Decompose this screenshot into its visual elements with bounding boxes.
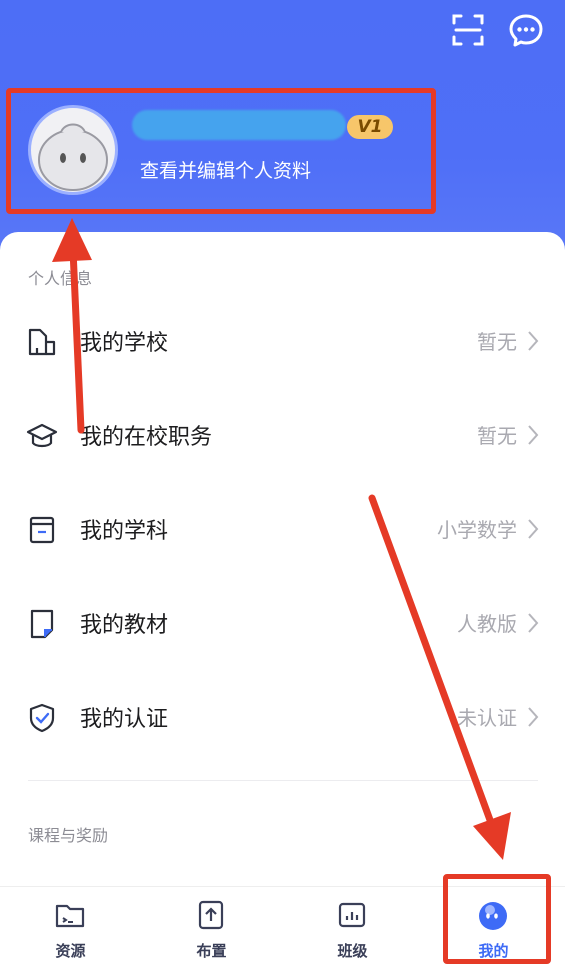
- row-my-position[interactable]: 我的在校职务 暂无: [0, 396, 565, 476]
- chart-icon: [338, 902, 366, 928]
- chevron-right-icon: [528, 613, 539, 633]
- row-label: 我的学科: [80, 519, 169, 544]
- divider: [28, 780, 538, 781]
- scan-icon[interactable]: [450, 12, 486, 48]
- tab-label: 布置: [196, 942, 227, 960]
- shield-check-icon: [29, 703, 55, 733]
- row-value: 暂无: [477, 424, 517, 448]
- tab-label: 班级: [337, 942, 368, 960]
- section-title-personal-info: 个人信息: [28, 269, 93, 288]
- graduation-cap-icon: [26, 423, 58, 448]
- folder-icon: [55, 904, 85, 928]
- row-my-certification[interactable]: 我的认证 未认证: [0, 678, 565, 758]
- row-value: 人教版: [457, 612, 517, 636]
- row-value: 未认证: [457, 706, 517, 730]
- building-icon: [28, 328, 56, 356]
- row-value: 小学数学: [437, 518, 517, 542]
- tab-assign[interactable]: 布置: [141, 887, 282, 966]
- tab-label: 资源: [55, 942, 86, 960]
- row-label: 我的认证: [80, 707, 169, 732]
- chevron-right-icon: [528, 707, 539, 727]
- row-value: 暂无: [477, 330, 517, 354]
- row-my-school[interactable]: 我的学校 暂无: [0, 302, 565, 382]
- annotation-box-profile: [6, 88, 436, 214]
- message-icon[interactable]: [508, 12, 544, 48]
- section-title-courses: 课程与奖励: [28, 826, 109, 845]
- tab-class[interactable]: 班级: [282, 887, 423, 966]
- row-my-textbook[interactable]: 我的教材 人教版: [0, 584, 565, 664]
- tab-resources[interactable]: 资源: [0, 887, 141, 966]
- chevron-right-icon: [528, 425, 539, 445]
- upload-doc-icon: [198, 900, 224, 930]
- subject-box-icon: [29, 516, 55, 544]
- chevron-right-icon: [528, 331, 539, 351]
- textbook-icon: [30, 609, 54, 639]
- chevron-right-icon: [528, 519, 539, 539]
- row-my-subject[interactable]: 我的学科 小学数学: [0, 490, 565, 570]
- row-label: 我的教材: [80, 613, 169, 638]
- row-label: 我的在校职务: [80, 425, 213, 450]
- row-label: 我的学校: [80, 331, 169, 356]
- annotation-box-mine-tab: [443, 874, 551, 964]
